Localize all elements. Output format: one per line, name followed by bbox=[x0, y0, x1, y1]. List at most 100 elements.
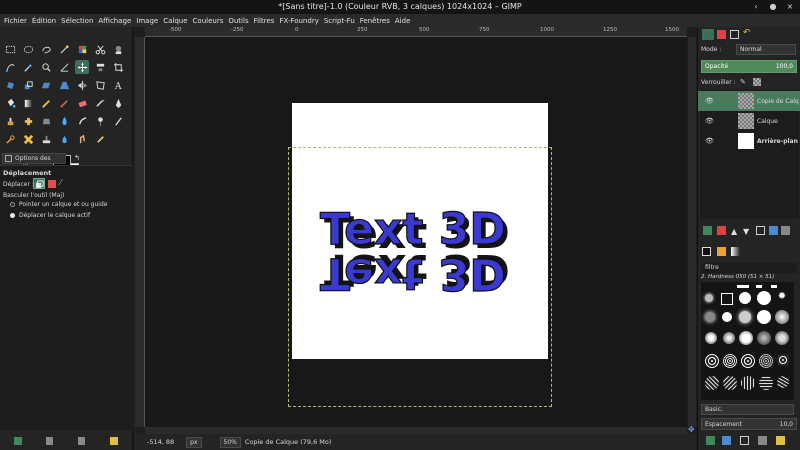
paintbrush-icon[interactable] bbox=[57, 96, 71, 110]
fuzzy-select-icon[interactable] bbox=[57, 42, 71, 56]
undo-history-tab-icon[interactable]: ↶ bbox=[743, 28, 751, 38]
color-select-icon[interactable] bbox=[75, 42, 89, 56]
mypaint-brush-icon[interactable] bbox=[111, 114, 125, 128]
layers-tab-icon[interactable] bbox=[702, 29, 714, 40]
layer-row-calque[interactable]: 👁 Calque bbox=[698, 111, 800, 131]
reset-options-icon[interactable] bbox=[110, 437, 118, 445]
brush-grid[interactable]: ✹ bbox=[701, 282, 794, 400]
menu-filtres[interactable]: Filtres bbox=[254, 17, 275, 25]
cage-icon[interactable] bbox=[93, 78, 107, 92]
pencil-icon[interactable] bbox=[39, 96, 53, 110]
raise-layer-icon[interactable]: ▲ bbox=[731, 227, 740, 236]
lasso-icon[interactable] bbox=[39, 42, 53, 56]
spacing-slider[interactable]: Espacement 10,0 bbox=[701, 418, 797, 430]
brush-filter[interactable]: filtre bbox=[701, 263, 797, 273]
measure-icon[interactable] bbox=[57, 60, 71, 74]
zoom-select[interactable]: 50% bbox=[219, 436, 241, 448]
new-layer-group-icon[interactable] bbox=[717, 226, 726, 235]
opacity-slider[interactable]: Opacité 100,0 bbox=[701, 60, 797, 73]
radio-pick-layer[interactable]: Pointer un calque et ou guide bbox=[10, 201, 107, 208]
burn-icon[interactable] bbox=[93, 132, 107, 146]
minimize-button[interactable]: ‹ bbox=[751, 2, 761, 12]
color-picker-icon[interactable] bbox=[21, 60, 35, 74]
ink-icon[interactable] bbox=[111, 96, 125, 110]
menu-couleurs[interactable]: Couleurs bbox=[193, 17, 224, 25]
move-path-toggle[interactable]: ⁄ bbox=[60, 178, 61, 187]
move-tool-icon[interactable] bbox=[75, 60, 89, 74]
smudge-icon[interactable] bbox=[75, 114, 89, 128]
visibility-eye-icon[interactable]: 👁 bbox=[705, 97, 714, 105]
visibility-eye-icon[interactable]: 👁 bbox=[705, 117, 714, 125]
menu-fx-foundry[interactable]: FX-Foundry bbox=[279, 17, 318, 25]
gradient-icon[interactable] bbox=[21, 96, 35, 110]
menu-script-fu[interactable]: Script-Fu bbox=[324, 17, 355, 25]
crop-icon[interactable] bbox=[111, 60, 125, 74]
menu-outils[interactable]: Outils bbox=[228, 17, 248, 25]
save-options-icon[interactable] bbox=[14, 437, 22, 445]
vertical-ruler[interactable] bbox=[135, 37, 145, 427]
menu-fichier[interactable]: Fichier bbox=[4, 17, 27, 25]
move-layer-toggle[interactable] bbox=[33, 178, 45, 189]
lower-layer-icon[interactable]: ▼ bbox=[743, 227, 752, 236]
shear-icon[interactable] bbox=[39, 78, 53, 92]
heal-icon[interactable] bbox=[21, 114, 35, 128]
water-drop-icon[interactable] bbox=[57, 132, 71, 146]
align-icon[interactable] bbox=[93, 60, 107, 74]
duplicate-layer-icon[interactable] bbox=[756, 226, 765, 235]
finger-icon[interactable] bbox=[75, 132, 89, 146]
new-layer-icon[interactable] bbox=[703, 226, 712, 235]
visibility-eye-icon[interactable]: 👁 bbox=[705, 137, 714, 145]
swap-colors-icon[interactable]: ↰ bbox=[74, 154, 80, 162]
airbrush-icon[interactable] bbox=[93, 96, 107, 110]
foreground-select-icon[interactable] bbox=[111, 42, 125, 56]
brush-preset-select[interactable]: Basic, bbox=[701, 404, 794, 415]
radio-move-active-layer[interactable]: Déplacer le calque actif bbox=[10, 212, 90, 219]
text-tool-icon[interactable]: A bbox=[111, 78, 125, 92]
horizontal-ruler[interactable]: -500 -250 0 250 500 750 1000 1250 1500 bbox=[145, 27, 687, 37]
menu-selection[interactable]: Sélection bbox=[61, 17, 93, 25]
blur-icon[interactable] bbox=[57, 114, 71, 128]
patterns-tab-icon[interactable] bbox=[717, 247, 726, 256]
horizontal-scrollbar[interactable] bbox=[145, 427, 687, 434]
tool-options-tab[interactable]: Options des outils bbox=[2, 153, 66, 171]
menu-calque[interactable]: Calque bbox=[163, 17, 187, 25]
bucket-fill-icon[interactable] bbox=[3, 96, 17, 110]
new-brush-icon[interactable] bbox=[722, 436, 731, 445]
delete-layer-icon[interactable] bbox=[781, 226, 790, 235]
paths-tab-icon[interactable] bbox=[730, 30, 739, 39]
ellipse-select-icon[interactable] bbox=[21, 42, 35, 56]
channels-tab-icon[interactable] bbox=[717, 30, 726, 39]
perspective-icon[interactable] bbox=[57, 78, 71, 92]
edit-brush-icon[interactable] bbox=[706, 436, 715, 445]
menu-fenetres[interactable]: Fenêtres bbox=[360, 17, 390, 25]
delete-options-icon[interactable] bbox=[78, 437, 85, 445]
paths-icon[interactable] bbox=[3, 60, 17, 74]
scissors-icon[interactable] bbox=[93, 42, 107, 56]
lock-alpha-icon[interactable] bbox=[753, 78, 761, 86]
menu-edition[interactable]: Édition bbox=[32, 17, 56, 25]
anchor-layer-icon[interactable] bbox=[769, 226, 778, 235]
move-selection-toggle[interactable] bbox=[48, 180, 56, 188]
flip-icon[interactable] bbox=[75, 78, 89, 92]
perspective-clone-icon[interactable] bbox=[39, 114, 53, 128]
close-button[interactable]: × bbox=[785, 2, 795, 12]
refresh-brushes-icon[interactable] bbox=[776, 436, 785, 445]
unit-select[interactable]: px bbox=[186, 436, 202, 448]
dodge-burn-icon[interactable] bbox=[93, 114, 107, 128]
maximize-button[interactable]: ● bbox=[768, 2, 778, 12]
heal-cross-icon[interactable] bbox=[21, 132, 35, 146]
wrench-icon[interactable] bbox=[3, 132, 17, 146]
menu-image[interactable]: Image bbox=[136, 17, 158, 25]
delete-brush-icon[interactable] bbox=[758, 436, 767, 445]
restore-options-icon[interactable] bbox=[46, 437, 53, 445]
vertical-scrollbar[interactable] bbox=[688, 37, 696, 427]
clone-icon[interactable] bbox=[3, 114, 17, 128]
rect-select-icon[interactable] bbox=[3, 42, 17, 56]
eraser-icon[interactable] bbox=[75, 96, 89, 110]
mode-select[interactable]: Normal bbox=[736, 44, 796, 55]
stamp-icon[interactable] bbox=[39, 132, 53, 146]
rotate-icon[interactable] bbox=[3, 78, 17, 92]
duplicate-brush-icon[interactable] bbox=[740, 436, 749, 445]
layer-row-copie-de-calque[interactable]: 👁 Copie de Calq bbox=[698, 91, 800, 111]
brushes-tab-icon[interactable] bbox=[702, 247, 711, 256]
